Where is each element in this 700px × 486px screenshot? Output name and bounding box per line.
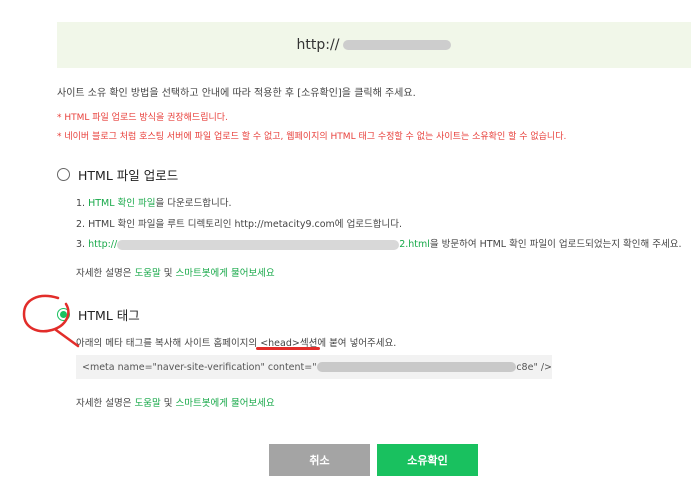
file-step-2: 2. HTML 확인 파일을 루트 디렉토리인 http://metacity9… [76, 219, 403, 230]
help-link[interactable]: 도움말 [134, 268, 160, 279]
help-text-tag: 자세한 설명은 도움말 및 스마트봇에게 물어보세요 [76, 398, 275, 409]
intro-text: 사이트 소유 확인 방법을 선택하고 안내에 따라 적용한 후 [소유확인]을 … [57, 88, 416, 99]
verify-file-link[interactable]: http://2.html [88, 239, 430, 250]
tag-description: 아래의 메타 태그를 복사해 사이트 홈페이지의 <head>섹션에 붙여 넣어… [76, 338, 397, 349]
redacted-file-url [117, 239, 400, 250]
site-url-bar: http:// [57, 22, 691, 68]
option-html-file-label: HTML 파일 업로드 [78, 168, 179, 183]
redacted-url [343, 40, 452, 50]
file-step-1: 1. HTML 확인 파일을 다운로드합니다. [76, 198, 232, 209]
confirm-ownership-button[interactable]: 소유확인 [377, 444, 478, 476]
site-url-text: http:// [296, 37, 340, 53]
smartbot-link[interactable]: 스마트봇에게 물어보세요 [176, 268, 275, 279]
radio-html-tag[interactable] [57, 308, 70, 321]
file-step-3: 3. http://2.html을 방문하여 HTML 확인 파일이 업로드되었… [76, 239, 682, 250]
warning-recommend: * HTML 파일 업로드 방식을 권장해드립니다. [57, 113, 228, 123]
red-underline-annotation [256, 347, 320, 350]
cancel-button[interactable]: 취소 [269, 444, 370, 476]
option-html-file[interactable]: HTML 파일 업로드 [57, 165, 178, 184]
html-file-download-link[interactable]: HTML 확인 파일 [88, 198, 155, 209]
option-html-tag[interactable]: HTML 태그 [57, 305, 140, 324]
smartbot-link-2[interactable]: 스마트봇에게 물어보세요 [176, 398, 275, 409]
warning-unsupported: * 네이버 블로그 처럼 호스팅 서버에 파일 업로드 할 수 없고, 웹페이지… [57, 132, 567, 142]
radio-html-file[interactable] [57, 168, 70, 181]
meta-tag-code[interactable]: <meta name="naver-site-verification" con… [76, 355, 552, 379]
help-link-2[interactable]: 도움말 [134, 398, 160, 409]
redacted-content [316, 362, 517, 372]
option-html-tag-label: HTML 태그 [78, 308, 140, 323]
help-text-file: 자세한 설명은 도움말 및 스마트봇에게 물어보세요 [76, 268, 275, 279]
